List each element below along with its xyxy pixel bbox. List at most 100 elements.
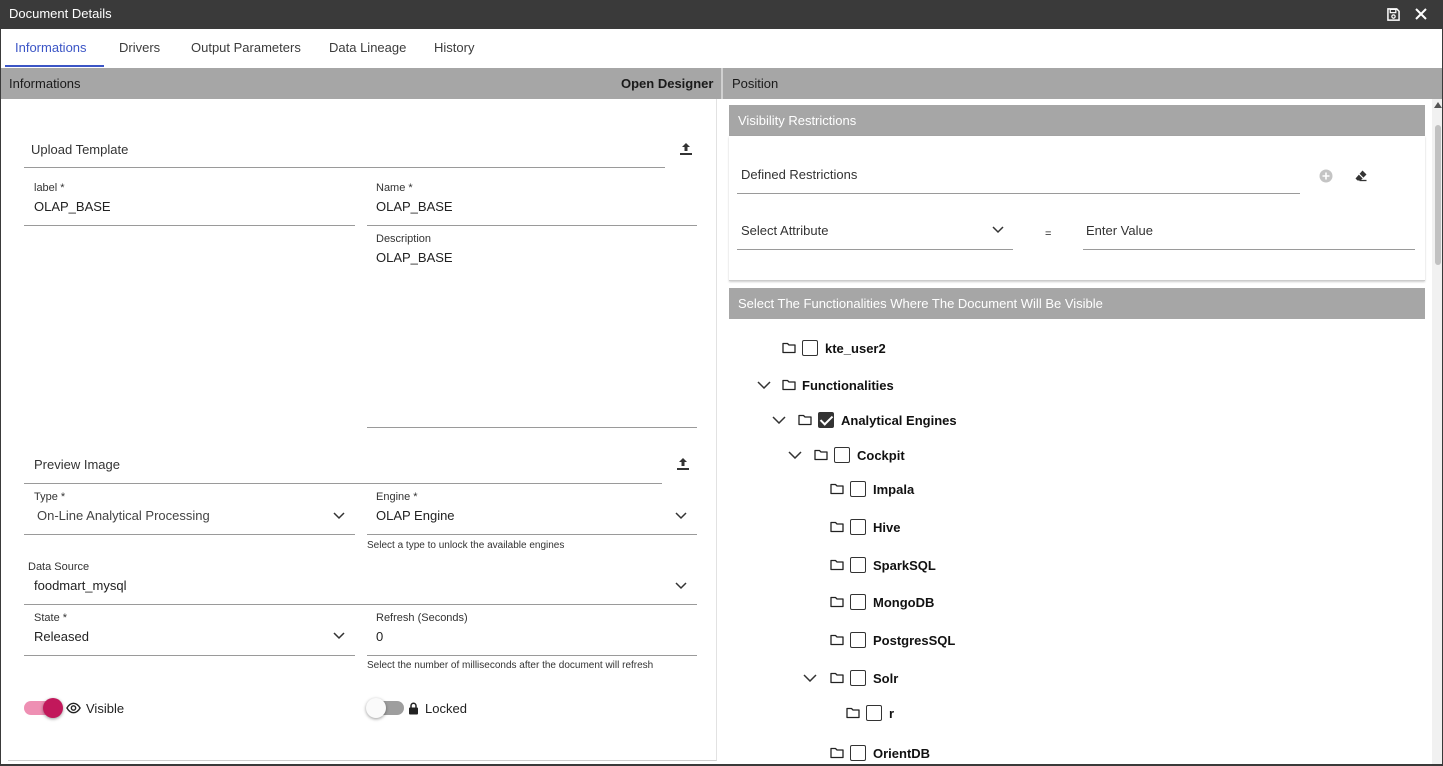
- eraser-icon[interactable]: [1354, 169, 1368, 183]
- upload-template-label: Upload Template: [31, 142, 129, 157]
- window-title: Document Details: [9, 6, 112, 21]
- upload-template-icon[interactable]: [679, 142, 693, 156]
- tree-item-hive[interactable]: Hive: [830, 516, 900, 538]
- folder-icon: [814, 449, 828, 461]
- type-underline: [24, 534, 355, 535]
- tree-item-label: MongoDB: [873, 594, 935, 610]
- type-chevron-down-icon[interactable]: [333, 512, 345, 520]
- name-field-input[interactable]: OLAP_BASE: [376, 199, 453, 214]
- refresh-underline: [367, 655, 697, 656]
- functionalities-header: Select The Functionalities Where The Doc…: [729, 288, 1425, 319]
- visibility-restrictions-header: Visibility Restrictions: [729, 105, 1425, 136]
- label-field-label: label *: [34, 182, 65, 194]
- visible-toggle-thumb: [43, 698, 63, 718]
- tree-item-functionalities[interactable]: Functionalities: [782, 374, 894, 396]
- close-icon[interactable]: [1412, 5, 1430, 23]
- tree-item-sparksql[interactable]: SparkSQL: [830, 554, 936, 576]
- name-field-label: Name *: [376, 182, 413, 194]
- engine-select[interactable]: OLAP Engine: [376, 508, 455, 523]
- state-field-label: State *: [34, 612, 68, 624]
- label-field-underline: [24, 225, 355, 226]
- tree-checkbox-kte-user2[interactable]: [802, 340, 818, 356]
- description-textarea[interactable]: OLAP_BASE: [376, 250, 453, 265]
- tree-checkbox-r[interactable]: [866, 705, 882, 721]
- functionalities-title: Select The Functionalities Where The Doc…: [738, 296, 1103, 311]
- scroll-thumb[interactable]: [1435, 125, 1441, 265]
- tree-item-label: Impala: [873, 481, 915, 497]
- tree-checkbox-orientdb[interactable]: [850, 745, 866, 761]
- upload-template-underline: [24, 167, 665, 168]
- folder-icon: [830, 521, 844, 533]
- tree-item-r[interactable]: r: [846, 702, 894, 724]
- tree-checkbox-impala[interactable]: [850, 481, 866, 497]
- engine-hint: Select a type to unlock the available en…: [367, 540, 565, 551]
- folder-icon: [830, 634, 844, 646]
- refresh-input[interactable]: 0: [376, 629, 383, 644]
- vertical-scrollbar[interactable]: [1432, 99, 1442, 764]
- label-field-input[interactable]: OLAP_BASE: [34, 199, 111, 214]
- lock-icon: [409, 702, 418, 715]
- tab-output-parameters[interactable]: Output Parameters: [191, 40, 301, 55]
- visible-label: Visible: [86, 701, 125, 716]
- tree-item-impala[interactable]: Impala: [830, 478, 914, 500]
- tree-item-solr[interactable]: Solr: [830, 667, 898, 689]
- tab-drivers[interactable]: Drivers: [119, 40, 160, 55]
- upload-preview-icon[interactable]: [676, 457, 690, 471]
- document-details-window: Document Details Informations Drivers Ou…: [0, 0, 1443, 766]
- folder-icon: [830, 559, 844, 571]
- folder-icon: [830, 483, 844, 495]
- tree-checkbox-solr[interactable]: [850, 670, 866, 686]
- open-designer-button[interactable]: Open Designer: [621, 76, 713, 91]
- informations-panel: Upload Template label * OLAP_BASE Name *…: [8, 99, 717, 761]
- tree-item-postgressql[interactable]: PostgresSQL: [830, 629, 955, 651]
- enter-value-underline: [1083, 249, 1415, 250]
- tree-item-kte-user2[interactable]: kte_user2: [782, 337, 886, 359]
- folder-icon: [846, 707, 860, 719]
- tree-expand-chevron-icon[interactable]: [757, 381, 771, 389]
- description-field-label: Description: [376, 233, 432, 245]
- tree-expand-chevron-icon[interactable]: [803, 674, 817, 682]
- tree-item-mongodb[interactable]: MongoDB: [830, 591, 934, 613]
- tree-item-label: kte_user2: [825, 340, 886, 356]
- select-attribute-dropdown[interactable]: Select Attribute: [741, 223, 828, 238]
- title-bar: Document Details: [1, 1, 1442, 29]
- type-field-label: Type *: [34, 491, 66, 503]
- locked-toggle[interactable]: [366, 697, 406, 719]
- name-field-underline: [367, 225, 697, 226]
- data-source-underline: [24, 604, 697, 605]
- tree-expand-chevron-icon[interactable]: [772, 416, 786, 424]
- engine-underline: [367, 534, 697, 535]
- type-select[interactable]: On-Line Analytical Processing: [37, 508, 210, 523]
- eye-icon: [66, 702, 81, 714]
- visible-toggle[interactable]: [24, 697, 68, 719]
- tree-checkbox-sparksql[interactable]: [850, 557, 866, 573]
- state-select[interactable]: Released: [34, 629, 89, 644]
- tree-checkbox-mongodb[interactable]: [850, 594, 866, 610]
- tree-checkbox-hive[interactable]: [850, 519, 866, 535]
- data-source-chevron-down-icon[interactable]: [675, 582, 687, 590]
- position-panel: Visibility Restrictions Defined Restrict…: [722, 99, 1442, 764]
- add-circle-icon[interactable]: [1319, 169, 1333, 183]
- tree-item-cockpit[interactable]: Cockpit: [814, 444, 905, 466]
- save-icon[interactable]: [1384, 5, 1402, 23]
- data-source-label: Data Source: [28, 561, 90, 573]
- informations-header: Informations Open Designer: [1, 68, 721, 99]
- state-chevron-down-icon[interactable]: [333, 632, 345, 640]
- tab-history[interactable]: History: [434, 40, 474, 55]
- engine-chevron-down-icon[interactable]: [675, 512, 687, 520]
- tree-checkbox-cockpit[interactable]: [834, 447, 850, 463]
- tree-item-orientdb[interactable]: OrientDB: [830, 742, 930, 764]
- tab-data-lineage[interactable]: Data Lineage: [329, 40, 406, 55]
- tree-expand-chevron-icon[interactable]: [788, 451, 802, 459]
- tree-checkbox-postgressql[interactable]: [850, 632, 866, 648]
- tree-item-analytical-engines[interactable]: Analytical Engines: [798, 409, 957, 431]
- data-source-select[interactable]: foodmart_mysql: [34, 578, 126, 593]
- enter-value-input[interactable]: Enter Value: [1086, 223, 1153, 238]
- tab-informations[interactable]: Informations: [15, 40, 87, 55]
- folder-icon: [830, 596, 844, 608]
- active-tab-indicator: [5, 65, 104, 67]
- select-attribute-chevron-down-icon[interactable]: [992, 226, 1004, 234]
- scroll-up-arrow-icon[interactable]: [1434, 102, 1442, 108]
- tree-checkbox-analytical-engines[interactable]: [818, 412, 834, 428]
- engine-field-label: Engine *: [376, 491, 418, 503]
